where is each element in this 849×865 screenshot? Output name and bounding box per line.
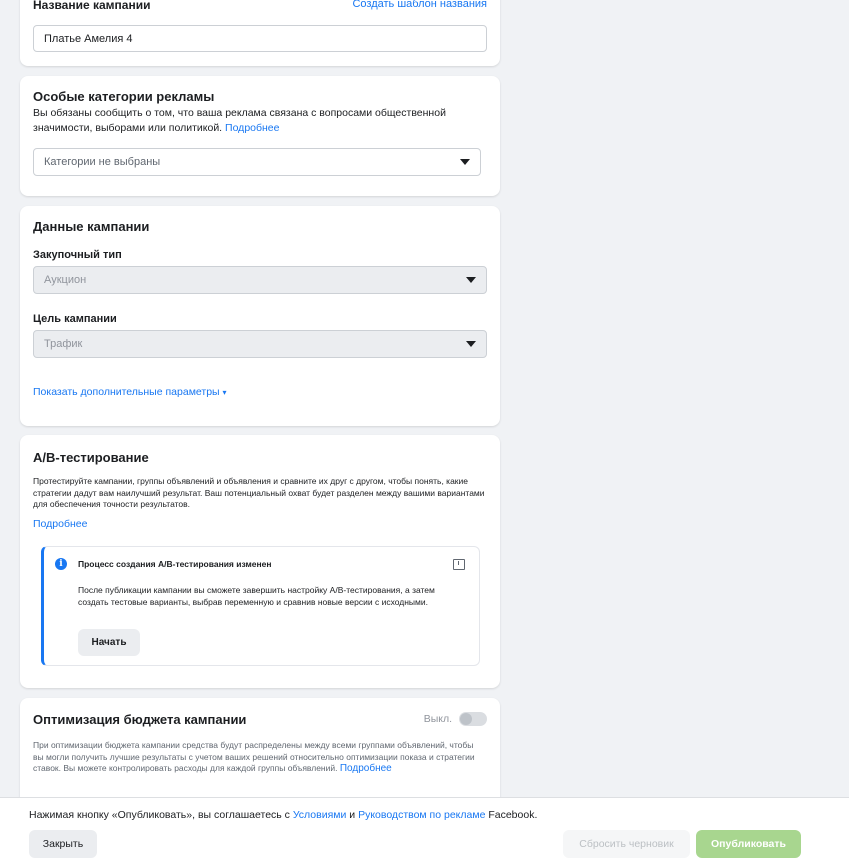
- ad-guidelines-link[interactable]: Руководством по рекламе: [358, 809, 485, 821]
- terms-prefix: Нажимая кнопку «Опубликовать», вы соглаш…: [29, 809, 293, 821]
- buying-type-select: Аукцион: [33, 266, 487, 294]
- publish-footer: Нажимая кнопку «Опубликовать», вы соглаш…: [0, 797, 849, 865]
- special-categories-description: Вы обязаны сообщить о том, что ваша рекл…: [33, 106, 483, 136]
- budget-optimization-toggle[interactable]: [459, 712, 487, 726]
- buying-type-value: Аукцион: [44, 274, 87, 286]
- budget-optimization-description: При оптимизации бюджета кампании средств…: [33, 740, 483, 775]
- objective-select: Трафик: [33, 330, 487, 358]
- toggle-knob: [460, 713, 472, 725]
- feedback-icon[interactable]: [453, 559, 465, 570]
- special-categories-select[interactable]: Категории не выбраны: [33, 148, 481, 176]
- special-categories-more-link[interactable]: Подробнее: [225, 122, 279, 134]
- terms-text: Нажимая кнопку «Опубликовать», вы соглаш…: [29, 809, 537, 821]
- show-more-params-label: Показать дополнительные параметры: [33, 386, 220, 398]
- ab-testing-card: A/B-тестирование Протестируйте кампании,…: [20, 435, 500, 688]
- special-categories-card: Особые категории рекламы Вы обязаны сооб…: [20, 76, 500, 196]
- budget-optimization-title: Оптимизация бюджета кампании: [33, 712, 247, 727]
- terms-and: и: [346, 809, 359, 821]
- ab-testing-title: A/B-тестирование: [33, 450, 149, 465]
- chevron-down-icon: [466, 341, 476, 347]
- publish-button: Опубликовать: [696, 830, 801, 858]
- campaign-data-title: Данные кампании: [33, 219, 150, 234]
- campaign-name-card: Название кампании Создать шаблон названи…: [20, 0, 500, 66]
- special-categories-title: Особые категории рекламы: [33, 89, 215, 104]
- campaign-data-card: Данные кампании Закупочный тип Аукцион Ц…: [20, 206, 500, 426]
- show-more-params-link[interactable]: Показать дополнительные параметры ▾: [33, 386, 227, 398]
- notice-text: После публикации кампании вы сможете зав…: [78, 585, 435, 607]
- budget-toggle-label: Выкл.: [423, 713, 452, 725]
- chevron-down-icon: [460, 159, 470, 165]
- objective-value: Трафик: [44, 338, 83, 350]
- ab-testing-more-link[interactable]: Подробнее: [33, 518, 87, 530]
- create-name-template-link[interactable]: Создать шаблон названия: [352, 0, 487, 10]
- terms-suffix: Facebook.: [485, 809, 538, 821]
- ab-testing-notice: i Процесс создания A/B-тестирования изме…: [41, 546, 480, 666]
- objective-label: Цель кампании: [33, 313, 117, 325]
- notice-title: Процесс создания A/B-тестирования измене…: [78, 559, 272, 569]
- reset-draft-button: Сбросить черновик: [563, 830, 690, 858]
- budget-optimization-more-link[interactable]: Подробнее: [340, 763, 392, 774]
- terms-link[interactable]: Условиями: [293, 809, 347, 821]
- special-categories-select-value: Категории не выбраны: [44, 156, 161, 168]
- campaign-name-label: Название кампании: [33, 0, 151, 12]
- chevron-down-icon: [466, 277, 476, 283]
- info-icon: i: [55, 558, 67, 570]
- start-button[interactable]: Начать: [78, 629, 140, 656]
- ab-testing-description: Протестируйте кампании, группы объявлени…: [33, 476, 485, 509]
- buying-type-label: Закупочный тип: [33, 249, 122, 261]
- small-caret-down-icon: ▾: [222, 388, 227, 397]
- campaign-name-input[interactable]: Платье Амелия 4: [33, 25, 487, 52]
- budget-optimization-text: При оптимизации бюджета кампании средств…: [33, 740, 475, 773]
- close-button[interactable]: Закрыть: [29, 830, 97, 858]
